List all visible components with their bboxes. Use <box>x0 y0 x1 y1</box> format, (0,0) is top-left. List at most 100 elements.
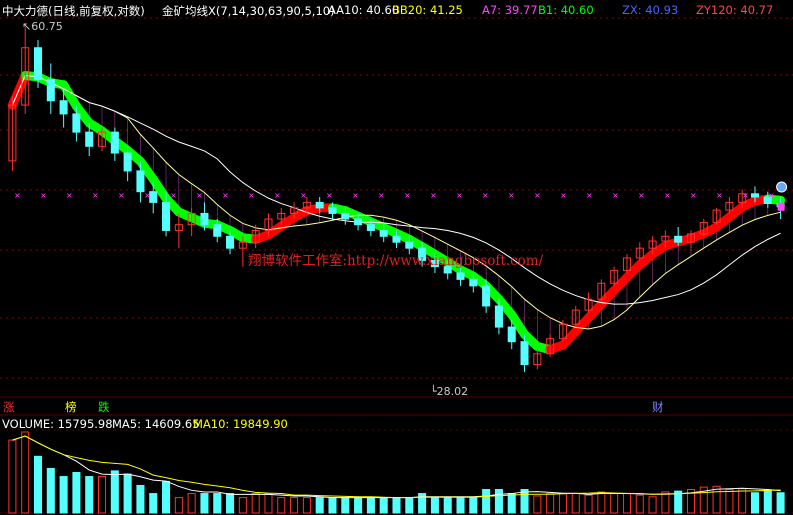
candle-body <box>469 278 478 287</box>
volume-bar <box>674 490 683 514</box>
volume-bar <box>456 497 465 514</box>
volume-bar <box>405 497 414 514</box>
volume-value: VOLUME: 15795.98 <box>2 417 113 431</box>
b1-value: B1: 40.60 <box>538 3 594 17</box>
volume-bar <box>72 472 81 514</box>
candle-body <box>162 201 171 231</box>
volume-bar <box>123 473 132 514</box>
x-marker: × <box>378 191 385 200</box>
volume-bar <box>328 497 337 514</box>
volume-bar <box>738 488 747 514</box>
x-marker: × <box>534 191 541 200</box>
x-marker: × <box>482 191 489 200</box>
volume-bar <box>482 489 491 514</box>
stock-title: 中大力德(日线,前复权,对数) <box>2 4 145 18</box>
volume-bar <box>85 476 94 514</box>
volume-bar <box>174 497 183 514</box>
candle-body <box>33 47 43 81</box>
volume-bar <box>33 455 43 514</box>
x-marker: × <box>40 191 47 200</box>
volume-bar <box>584 494 593 514</box>
signal-fall: 跌 <box>98 400 110 414</box>
volume-bar <box>533 495 542 514</box>
volume-bar <box>712 485 721 514</box>
candle-body <box>315 201 324 209</box>
x-marker: × <box>66 191 73 200</box>
candle-body <box>482 285 491 307</box>
ma5-value: MA5: 14609.65 <box>112 417 200 431</box>
signal-marker <box>777 202 785 211</box>
volume-bar <box>661 491 670 514</box>
candle-body <box>341 212 350 220</box>
x-marker: × <box>404 191 411 200</box>
candle-body <box>405 241 414 249</box>
volume-bar <box>610 493 619 514</box>
candle-body <box>213 224 222 237</box>
candle-body <box>149 191 158 203</box>
volume-bar <box>494 489 503 514</box>
volume-bar <box>341 497 350 514</box>
candle-body <box>379 229 388 237</box>
aa10-value: AA10: 40.60 <box>328 3 400 17</box>
volume-bar <box>59 476 68 514</box>
volume-bar <box>430 497 439 514</box>
volume-bar <box>776 492 785 514</box>
x-marker: × <box>430 191 437 200</box>
candle-body <box>200 212 209 226</box>
volume-bar <box>392 497 401 514</box>
x-marker: × <box>248 191 255 200</box>
candle-body <box>123 152 132 172</box>
x-marker: × <box>560 191 567 200</box>
x-marker: × <box>92 191 99 200</box>
volume-bar <box>238 497 247 514</box>
x-marker: × <box>300 191 307 200</box>
buy-marker <box>776 181 788 193</box>
volume-bar <box>110 470 119 514</box>
a7-value: A7: 39.77 <box>482 3 538 17</box>
x-marker: × <box>14 191 21 200</box>
volume-header: VOLUME: 15795.98 MA5: 14609.65 MA10: 198… <box>0 417 793 431</box>
indicator-label: 金矿均线X(7,14,30,63,90,5,10) <box>162 4 335 18</box>
candle-body <box>494 305 503 328</box>
volume-bar <box>200 493 209 514</box>
candle-body <box>674 235 683 243</box>
ma-ribbon <box>7 70 786 355</box>
volume-bar <box>226 493 235 514</box>
signal-markers: × × × × × × × × × × × × × × × × × × × × × × × × × × × × × × <box>14 181 788 211</box>
x-marker: × <box>638 191 645 200</box>
x-marker: × <box>326 191 333 200</box>
volume-bar <box>149 493 158 514</box>
x-marker: × <box>586 191 593 200</box>
volume-bar <box>597 491 606 514</box>
volume-bar <box>98 476 107 514</box>
x-marker: × <box>690 191 697 200</box>
chart-stage: × × × × × × × × × × × × × × × × × × × × × × × × × × × × × × 中大力德(日线,前… <box>0 0 793 515</box>
x-marker: × <box>352 191 359 200</box>
x-marker: × <box>456 191 463 200</box>
signal-rise: 涨 <box>3 400 15 414</box>
candle-body <box>110 131 119 154</box>
volume-bar <box>558 493 567 514</box>
x-marker: × <box>768 191 775 200</box>
volume-bar <box>750 492 760 514</box>
candle-body <box>456 272 465 280</box>
zy120-value: ZY120: 40.77 <box>696 3 774 17</box>
volume-bar <box>635 494 644 514</box>
volume-bar <box>507 493 516 514</box>
candle-body <box>136 170 145 193</box>
candle-body <box>46 79 55 102</box>
volume-bar <box>8 439 17 514</box>
candle-body <box>520 341 529 366</box>
volume-bar <box>443 497 452 514</box>
volume-bar <box>21 431 30 514</box>
volume-bar <box>187 493 196 514</box>
bb20-value: BB20: 41.25 <box>392 3 463 17</box>
high-annotation: ↖60.75 <box>22 20 63 33</box>
volume-bar <box>46 467 55 514</box>
volume-bar <box>315 497 324 514</box>
volume-bar <box>571 493 580 514</box>
volume-bar <box>366 497 375 514</box>
volume-bar <box>763 489 772 514</box>
x-marker: × <box>144 191 151 200</box>
volume-bar <box>622 493 631 514</box>
